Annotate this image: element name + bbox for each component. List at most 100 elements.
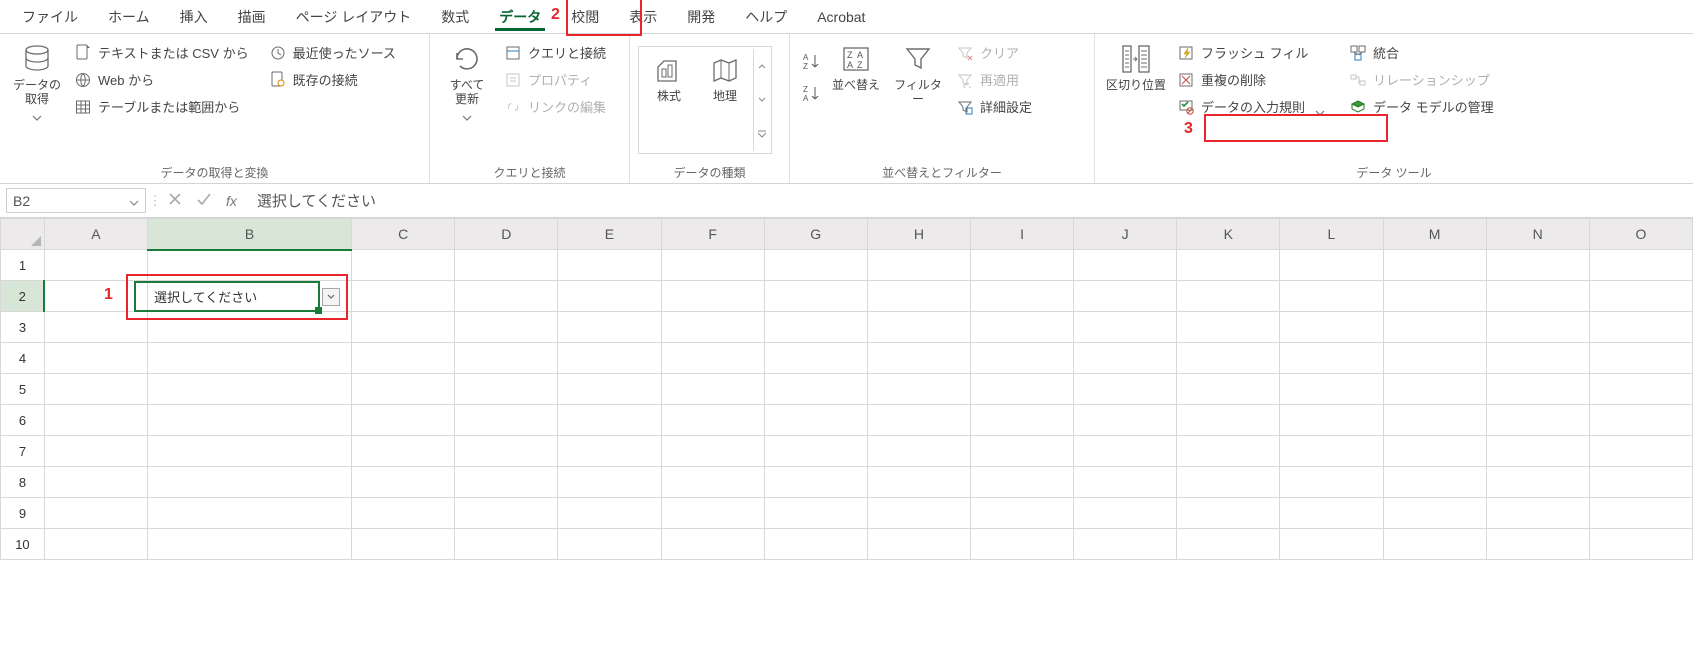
cell[interactable] xyxy=(558,281,661,312)
cell[interactable] xyxy=(970,281,1073,312)
col-header-J[interactable]: J xyxy=(1074,219,1177,250)
cell[interactable] xyxy=(352,498,455,529)
cell[interactable] xyxy=(1074,467,1177,498)
cell[interactable] xyxy=(352,467,455,498)
advanced-filter-button[interactable]: 詳細設定 xyxy=(950,94,1038,119)
filter-button[interactable]: フィルター xyxy=(888,38,948,111)
cell[interactable] xyxy=(661,250,764,281)
cell-B2[interactable]: 選択してください xyxy=(148,281,352,312)
col-header-K[interactable]: K xyxy=(1177,219,1280,250)
cell[interactable] xyxy=(764,498,867,529)
from-web-button[interactable]: Web から xyxy=(68,67,255,92)
cell[interactable] xyxy=(1383,498,1486,529)
cell[interactable] xyxy=(148,498,352,529)
cell[interactable] xyxy=(1383,312,1486,343)
text-to-columns-button[interactable]: 区切り位置 xyxy=(1103,38,1169,96)
cell[interactable] xyxy=(44,436,147,467)
cell[interactable] xyxy=(558,529,661,560)
cell[interactable] xyxy=(764,436,867,467)
cell[interactable] xyxy=(970,374,1073,405)
cell[interactable] xyxy=(867,498,970,529)
cell[interactable] xyxy=(1383,529,1486,560)
cell[interactable] xyxy=(558,405,661,436)
cell[interactable] xyxy=(1280,467,1383,498)
cell[interactable] xyxy=(867,529,970,560)
cancel-formula-button[interactable] xyxy=(168,192,182,209)
row-header-4[interactable]: 4 xyxy=(1,343,45,374)
cell[interactable] xyxy=(1589,343,1692,374)
cell[interactable] xyxy=(661,281,764,312)
cell[interactable] xyxy=(1177,467,1280,498)
cell[interactable] xyxy=(148,467,352,498)
cell[interactable] xyxy=(764,467,867,498)
cell[interactable] xyxy=(867,281,970,312)
cell[interactable] xyxy=(867,467,970,498)
cell[interactable] xyxy=(44,498,147,529)
cell[interactable] xyxy=(970,467,1073,498)
cell[interactable] xyxy=(1074,312,1177,343)
cell[interactable] xyxy=(661,405,764,436)
cell[interactable] xyxy=(352,436,455,467)
cell[interactable] xyxy=(1177,405,1280,436)
cell[interactable] xyxy=(1486,343,1589,374)
data-types-gallery[interactable]: 株式 地理 xyxy=(638,46,772,154)
col-header-F[interactable]: F xyxy=(661,219,764,250)
col-header-D[interactable]: D xyxy=(455,219,558,250)
formula-input[interactable]: 選択してください xyxy=(247,184,1693,217)
cell[interactable] xyxy=(1074,343,1177,374)
cell[interactable] xyxy=(1486,312,1589,343)
cell[interactable] xyxy=(1177,374,1280,405)
cell[interactable] xyxy=(970,529,1073,560)
consolidate-button[interactable]: 統合 xyxy=(1343,40,1500,65)
cell[interactable] xyxy=(1383,374,1486,405)
cell[interactable] xyxy=(1177,343,1280,374)
gallery-down-button[interactable] xyxy=(754,83,769,117)
cell[interactable] xyxy=(970,343,1073,374)
cell[interactable] xyxy=(1486,405,1589,436)
cell[interactable] xyxy=(1383,436,1486,467)
cell[interactable] xyxy=(1074,374,1177,405)
cell[interactable] xyxy=(661,498,764,529)
cell[interactable] xyxy=(558,374,661,405)
remove-duplicates-button[interactable]: 重複の削除 xyxy=(1171,67,1331,92)
cell[interactable] xyxy=(352,343,455,374)
name-box[interactable]: B2 xyxy=(6,188,146,213)
cell[interactable] xyxy=(1383,250,1486,281)
cell[interactable] xyxy=(1486,436,1589,467)
tab-help[interactable]: ヘルプ xyxy=(731,1,801,33)
tab-developer[interactable]: 開発 xyxy=(673,1,729,33)
cell[interactable] xyxy=(867,250,970,281)
cell[interactable] xyxy=(148,250,352,281)
existing-connections-button[interactable]: 既存の接続 xyxy=(263,67,402,92)
col-header-O[interactable]: O xyxy=(1589,219,1692,250)
tab-review[interactable]: 校閲 xyxy=(557,1,613,33)
row-header-2[interactable]: 2 xyxy=(1,281,45,312)
tab-file[interactable]: ファイル xyxy=(8,1,92,33)
cell[interactable] xyxy=(661,436,764,467)
cell[interactable] xyxy=(661,312,764,343)
insert-function-button[interactable]: fx xyxy=(226,193,237,209)
gallery-more-button[interactable] xyxy=(754,117,769,151)
cell[interactable] xyxy=(661,467,764,498)
cell[interactable] xyxy=(44,467,147,498)
cell[interactable] xyxy=(1280,312,1383,343)
from-table-range-button[interactable]: テーブルまたは範囲から xyxy=(68,94,255,119)
col-header-N[interactable]: N xyxy=(1486,219,1589,250)
cell[interactable] xyxy=(558,312,661,343)
cell[interactable] xyxy=(970,436,1073,467)
queries-connections-button[interactable]: クエリと接続 xyxy=(498,40,612,65)
cell[interactable] xyxy=(764,405,867,436)
cell[interactable] xyxy=(970,312,1073,343)
flash-fill-button[interactable]: フラッシュ フィル xyxy=(1171,40,1331,65)
stocks-button[interactable]: 株式 xyxy=(641,49,697,107)
cell[interactable] xyxy=(1280,250,1383,281)
cell[interactable] xyxy=(148,343,352,374)
cell[interactable] xyxy=(148,405,352,436)
cell[interactable] xyxy=(1074,529,1177,560)
cell[interactable] xyxy=(661,529,764,560)
cell[interactable] xyxy=(1589,281,1692,312)
cell[interactable] xyxy=(455,529,558,560)
cell[interactable] xyxy=(558,250,661,281)
cell[interactable] xyxy=(1589,529,1692,560)
row-header-5[interactable]: 5 xyxy=(1,374,45,405)
